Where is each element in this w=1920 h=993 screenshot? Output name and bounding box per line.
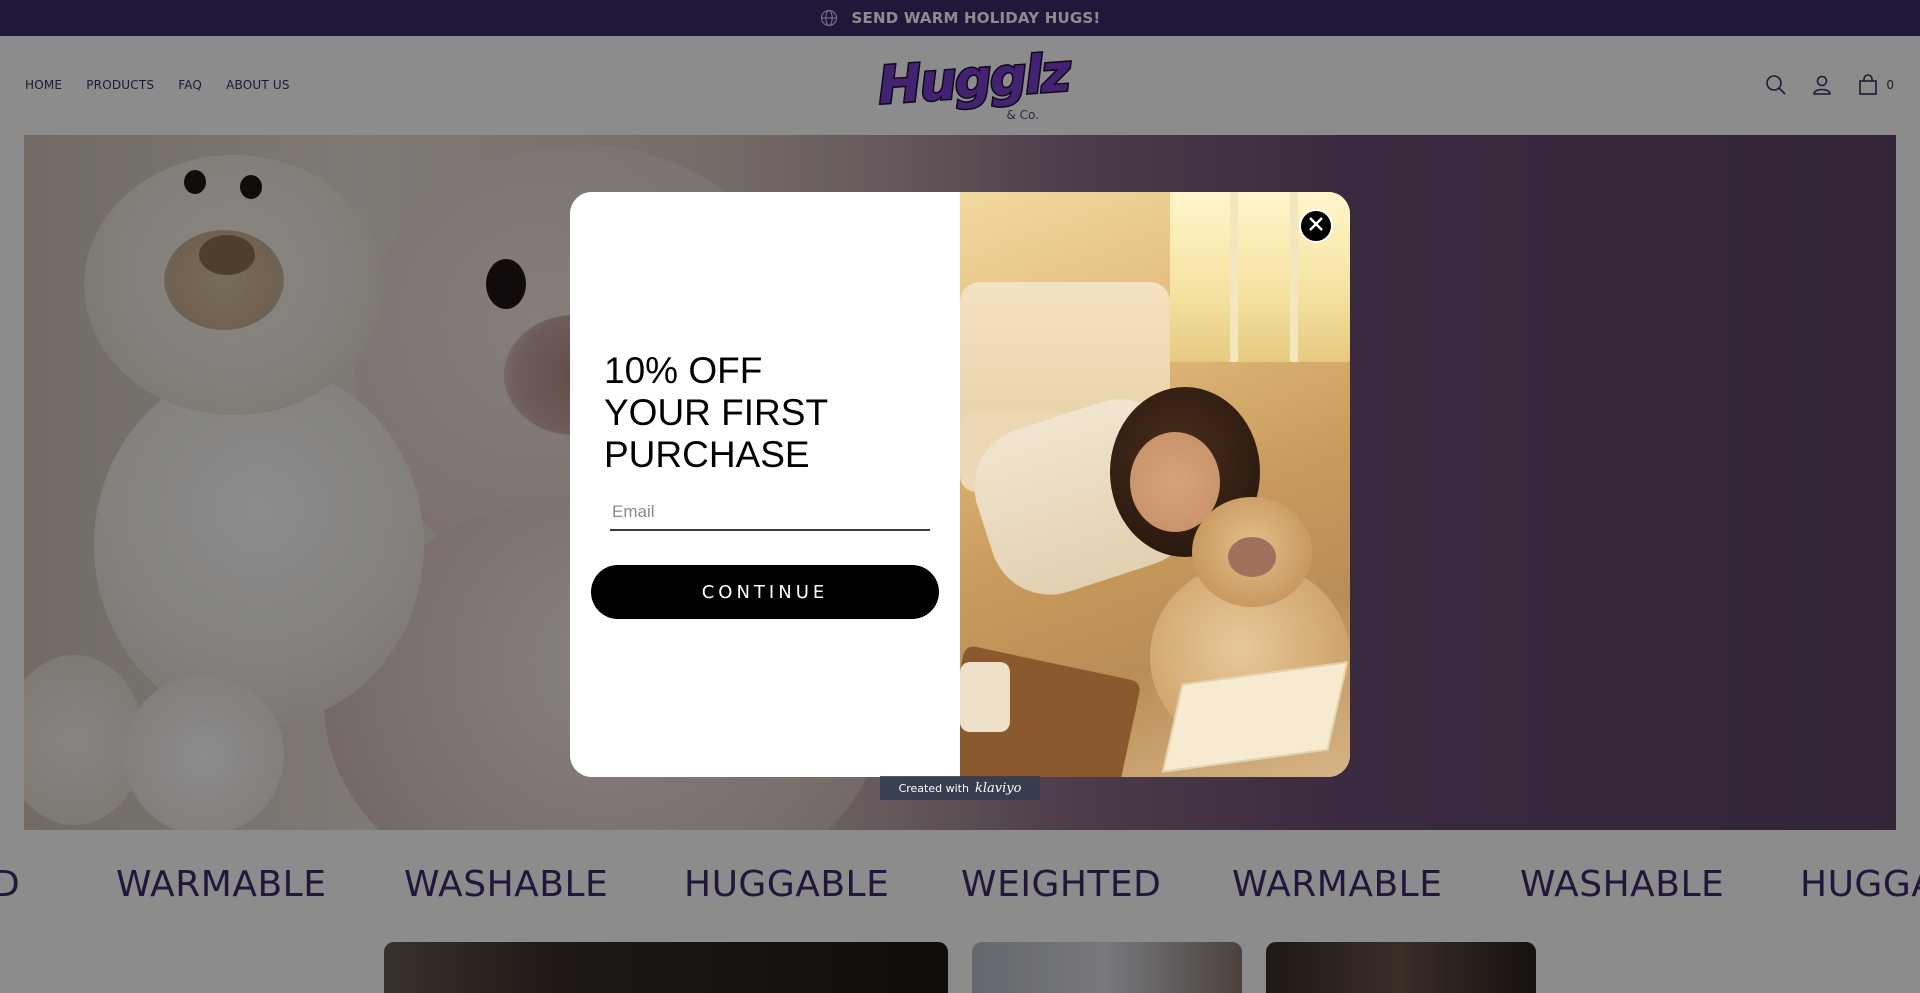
image-window-bar [1290, 192, 1298, 362]
popup-form-panel: 10% OFF YOUR FIRST PURCHASE CONTINUE [570, 192, 960, 777]
image-teddy-snout [1228, 537, 1276, 577]
close-icon [1307, 215, 1325, 238]
continue-button[interactable]: CONTINUE [591, 565, 939, 619]
klaviyo-badge[interactable]: Created with klaviyo [880, 776, 1040, 800]
popup-headline-line: 10% OFF [604, 350, 763, 391]
email-field[interactable] [610, 495, 930, 529]
close-popup-button[interactable] [1299, 209, 1333, 243]
image-mug [960, 662, 1010, 732]
created-with-text: Created with [898, 781, 969, 795]
signup-popup: 10% OFF YOUR FIRST PURCHASE CONTINUE [570, 192, 1350, 777]
email-field-wrapper [610, 495, 930, 531]
popup-headline: 10% OFF YOUR FIRST PURCHASE [604, 350, 944, 476]
popup-headline-line: PURCHASE [604, 434, 810, 475]
image-window-bar [1230, 192, 1238, 362]
popup-image [960, 192, 1350, 777]
klaviyo-logo: klaviyo [974, 780, 1022, 796]
popup-headline-line: YOUR FIRST [604, 392, 829, 433]
